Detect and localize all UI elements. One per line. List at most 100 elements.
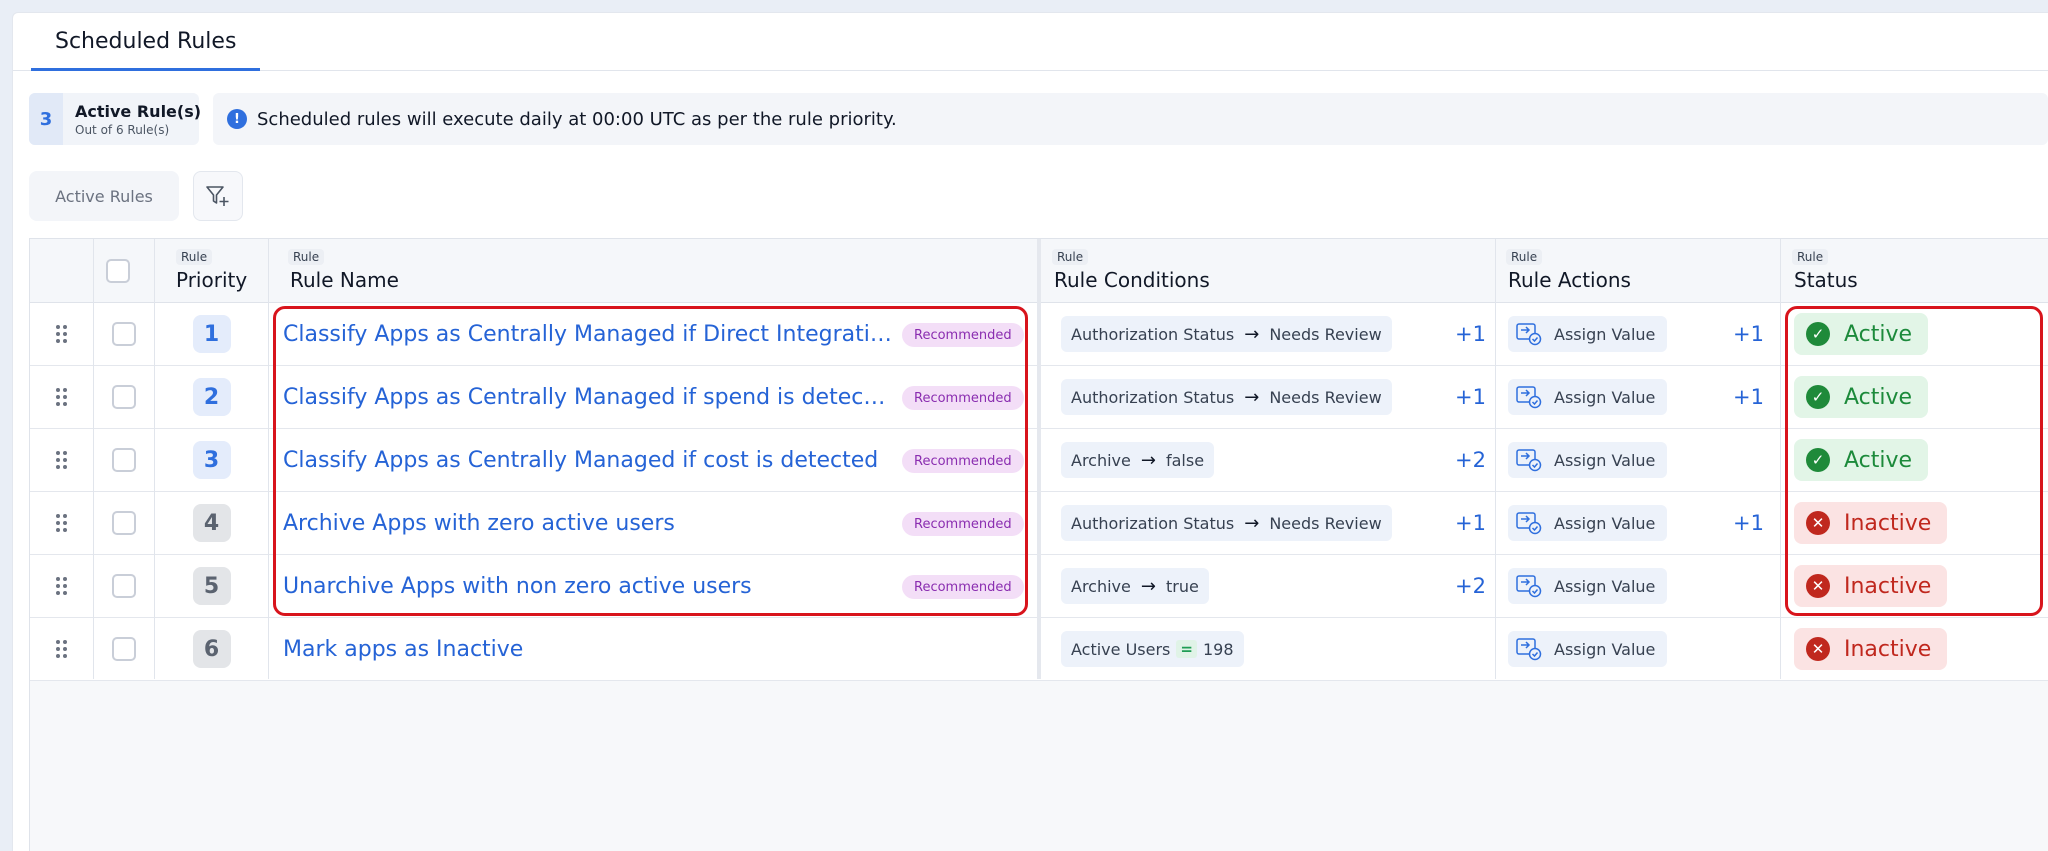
action-label: Assign Value <box>1554 450 1656 470</box>
select-all-cell <box>94 239 142 302</box>
condition-chip[interactable]: Authorization Status → Needs Review <box>1061 379 1392 415</box>
status-badge[interactable]: ✓ Active <box>1794 313 1929 355</box>
assign-value-icon <box>1516 575 1542 598</box>
condition-cell: Authorization Status → Needs Review <box>1061 366 1392 428</box>
priority-badge: 6 <box>192 630 231 668</box>
tab-scheduled-rules[interactable]: Scheduled Rules <box>31 29 261 71</box>
column-divider <box>1037 239 1041 679</box>
action-chip[interactable]: Assign Value <box>1508 379 1668 415</box>
drag-handle-icon[interactable] <box>56 450 68 470</box>
action-more-count[interactable]: +1 <box>1733 322 1764 346</box>
drag-handle-icon[interactable] <box>56 324 68 344</box>
condition-more-cell: +2 <box>1426 429 1486 491</box>
status-cell: ✕ Inactive <box>1794 492 1948 554</box>
select-all-checkbox[interactable] <box>106 258 130 283</box>
rule-name-cell: Classify Apps as Centrally Managed if Di… <box>283 303 893 365</box>
condition-value: false <box>1165 450 1205 470</box>
action-cell: Assign Value <box>1508 555 1668 617</box>
rule-name-link[interactable]: Unarchive Apps with non zero active user… <box>283 574 752 599</box>
info-text: Scheduled rules will execute daily at 00… <box>257 108 897 130</box>
column-prefix: Rule <box>288 249 325 265</box>
action-chip[interactable]: Assign Value <box>1508 316 1668 352</box>
condition-chip[interactable]: Archive → false <box>1061 442 1215 478</box>
add-filter-button[interactable] <box>193 171 243 221</box>
condition-chip[interactable]: Active Users = 198 <box>1061 631 1244 667</box>
recommended-badge: Recommended <box>902 449 1024 473</box>
action-chip[interactable]: Assign Value <box>1508 505 1668 541</box>
action-chip[interactable]: Assign Value <box>1508 442 1668 478</box>
action-label: Assign Value <box>1554 513 1656 533</box>
condition-more-count[interactable]: +1 <box>1455 511 1486 535</box>
condition-more-count[interactable]: +2 <box>1455 574 1486 598</box>
column-title: Rule Conditions <box>1054 268 1210 292</box>
condition-more-count[interactable]: +1 <box>1455 385 1486 409</box>
drag-handle-icon[interactable] <box>56 387 68 407</box>
status-cell: ✕ Inactive <box>1794 618 1948 680</box>
status-label: Inactive <box>1844 573 1932 599</box>
drag-handle-icon[interactable] <box>56 639 68 659</box>
condition-chip[interactable]: Archive → true <box>1061 568 1209 604</box>
rules-table: Rule Priority Rule Rule Name Rule Rule C… <box>29 238 2048 851</box>
rule-name-link[interactable]: Classify Apps as Centrally Managed if sp… <box>283 385 893 410</box>
recommended-badge: Recommended <box>902 386 1024 410</box>
status-badge[interactable]: ✕ Inactive <box>1794 565 1948 607</box>
rule-name-cell: Unarchive Apps with non zero active user… <box>283 555 893 617</box>
summary-title: Active Rule(s) <box>75 102 202 121</box>
action-more-cell: +1 <box>1714 492 1764 554</box>
condition-cell: Authorization Status → Needs Review <box>1061 492 1392 554</box>
row-checkbox[interactable] <box>112 322 136 346</box>
priority-cell: 3 <box>155 429 268 491</box>
drag-handle-icon[interactable] <box>56 576 68 596</box>
column-title: Status <box>1794 268 1858 292</box>
column-divider <box>1495 239 1496 679</box>
status-badge[interactable]: ✓ Active <box>1794 376 1929 418</box>
condition-more-count[interactable]: +1 <box>1455 322 1486 346</box>
drag-handle-icon[interactable] <box>56 513 68 533</box>
status-badge[interactable]: ✕ Inactive <box>1794 628 1948 670</box>
status-badge[interactable]: ✓ Active <box>1794 439 1929 481</box>
condition-field: Authorization Status <box>1071 324 1235 344</box>
column-prefix: Rule <box>1792 249 1829 265</box>
row-checkbox[interactable] <box>112 448 136 472</box>
x-circle-icon: ✕ <box>1806 511 1830 535</box>
action-chip[interactable]: Assign Value <box>1508 568 1668 604</box>
condition-arrow: → <box>1244 386 1260 408</box>
condition-chip[interactable]: Authorization Status → Needs Review <box>1061 505 1392 541</box>
condition-more-cell: +1 <box>1426 303 1486 365</box>
rule-name-link[interactable]: Archive Apps with zero active users <box>283 511 675 536</box>
priority-badge: 5 <box>192 567 231 605</box>
rule-name-link[interactable]: Classify Apps as Centrally Managed if co… <box>283 448 878 473</box>
rule-name-link[interactable]: Classify Apps as Centrally Managed if Di… <box>283 322 893 347</box>
action-label: Assign Value <box>1554 639 1656 659</box>
status-badge[interactable]: ✕ Inactive <box>1794 502 1948 544</box>
condition-more-count[interactable]: +2 <box>1455 448 1486 472</box>
condition-chip[interactable]: Authorization Status → Needs Review <box>1061 316 1392 352</box>
row-checkbox[interactable] <box>112 511 136 535</box>
info-icon: ! <box>227 109 247 129</box>
active-rules-filter[interactable]: Active Rules <box>29 171 179 221</box>
action-cell: Assign Value <box>1508 618 1668 680</box>
action-more-cell: +1 <box>1714 303 1764 365</box>
row-checkbox[interactable] <box>112 637 136 661</box>
action-more-count[interactable]: +1 <box>1733 511 1764 535</box>
action-label: Assign Value <box>1554 324 1656 344</box>
assign-value-icon <box>1516 323 1542 346</box>
assign-value-icon <box>1516 386 1542 409</box>
condition-more-cell: +1 <box>1426 366 1486 428</box>
row-select-cell <box>94 555 154 617</box>
action-chip[interactable]: Assign Value <box>1508 631 1668 667</box>
action-cell: Assign Value <box>1508 366 1668 428</box>
action-more-count[interactable]: +1 <box>1733 385 1764 409</box>
row-checkbox[interactable] <box>112 385 136 409</box>
row-select-cell <box>94 429 154 491</box>
rule-name-link[interactable]: Mark apps as Inactive <box>283 637 523 662</box>
condition-value: Needs Review <box>1269 324 1382 344</box>
condition-field: Active Users <box>1071 639 1171 659</box>
condition-cell: Active Users = 198 <box>1061 618 1244 680</box>
row-select-cell <box>94 492 154 554</box>
row-checkbox[interactable] <box>112 574 136 598</box>
rule-name-cell: Archive Apps with zero active users <box>283 492 893 554</box>
priority-badge: 3 <box>192 441 231 479</box>
column-divider <box>154 239 155 679</box>
status-label: Active <box>1844 321 1913 347</box>
